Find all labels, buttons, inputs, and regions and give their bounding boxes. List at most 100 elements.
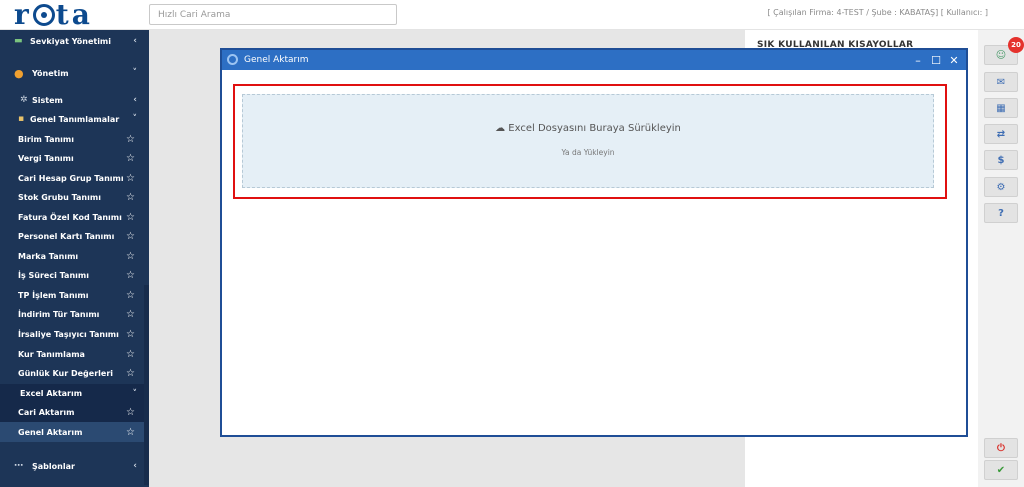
calendar-icon: ▦ [996,102,1006,114]
modal-header: Genel Aktarım – ☐ ✕ [222,50,966,70]
quick-account-search-input[interactable] [149,4,397,25]
sidebar-item-indirim-tur[interactable]: İndirim Tür Tanımı ☆ [0,305,149,324]
sidebar-item-label: Şablonlar [32,461,75,471]
maximize-icon[interactable]: ☐ [928,52,944,68]
star-icon[interactable]: ☆ [126,309,135,320]
app-logo-icon [227,54,238,65]
sidebar-item-label: Sevkiyat Yönetimi [30,36,112,46]
help-button[interactable]: ? [984,203,1018,223]
chevron-down-icon: ˅ [132,68,138,78]
star-icon[interactable]: ☆ [126,290,135,301]
sidebar-item-label: Excel Aktarım [20,389,83,398]
star-icon[interactable]: ☆ [126,251,135,262]
sidebar-item-personel-karti[interactable]: Personel Kartı Tanımı ☆ [0,227,149,246]
star-icon[interactable]: ☆ [126,407,135,418]
firm-info-text: [ Çalışılan Firma: 4-TEST / Şube : KABAT… [767,8,988,17]
dollar-icon: $ [997,154,1005,166]
excel-dropzone[interactable]: ☁ Excel Dosyasını Buraya Sürükleyin Ya d… [242,94,934,188]
star-icon[interactable]: ☆ [126,329,135,340]
sidebar-item-label: Genel Tanımlamalar [30,114,120,124]
dropzone-sub-text[interactable]: Ya da Yükleyin [243,148,933,157]
sidebar-item-vergi-tanimi[interactable]: Vergi Tanımı ☆ [0,149,149,168]
sidebar-item-birim-tanimi[interactable]: Birim Tanımı ☆ [0,130,149,149]
sidebar-item-kur-tanimlama[interactable]: Kur Tanımlama ☆ [0,345,149,364]
sidebar-item-label: Marka Tanımı [18,252,79,261]
sidebar-item-tp-islem[interactable]: TP İşlem Tanımı ☆ [0,286,149,305]
sidebar-item-label: İndirim Tür Tanımı [18,310,100,319]
sidebar-item-genel-aktarim[interactable]: Genel Aktarım ☆ [0,422,149,442]
power-button[interactable]: ⏻ [984,438,1018,458]
sidebar-item-label: İrsaliye Taşıyıcı Tanımı [18,330,119,339]
star-icon[interactable]: ☆ [126,173,135,184]
sidebar-item-label: Cari Aktarım [18,408,75,417]
user-icon: ☺ [995,49,1007,61]
sidebar-item-excel-aktarim[interactable]: Excel Aktarım ˅ [0,384,149,403]
sidebar-item-sistem[interactable]: ✲ Sistem ‹ [0,91,149,109]
star-icon[interactable]: ☆ [126,368,135,379]
dollar-button[interactable]: $ [984,150,1018,170]
sidebar-item-label: İş Süreci Tanımı [18,271,89,280]
sidebar-item-genel-tanimlamalar[interactable]: ▪ Genel Tanımlamalar ˅ [0,110,149,128]
sidebar-item-label: TP İşlem Tanımı [18,291,89,300]
notification-badge: 20 [1008,37,1024,53]
star-icon[interactable]: ☆ [126,427,135,438]
chevron-down-icon: ˅ [132,388,138,399]
logo-wheel-icon [32,4,55,26]
folder-icon: ▪ [18,114,25,124]
sidebar-item-gunluk-kur[interactable]: Günlük Kur Değerleri ☆ [0,364,149,383]
sidebar-item-label: Fatura Özel Kod Tanımı [18,213,122,222]
sidebar-item-stok-grubu[interactable]: Stok Grubu Tanımı ☆ [0,188,149,207]
minimize-icon[interactable]: – [910,52,926,68]
power-icon: ⏻ [997,442,1005,454]
sidebar-item-irsaliye-tasiyici[interactable]: İrsaliye Taşıyıcı Tanımı ☆ [0,325,149,344]
template-icon: ⋯ [14,461,23,471]
mail-button[interactable]: ✉ [984,72,1018,92]
settings-button[interactable]: ⚙ [984,177,1018,197]
sidebar-item-cari-hesap-grup[interactable]: Cari Hesap Grup Tanımı ☆ [0,169,149,188]
sidebar-item-label: Sistem [32,95,63,105]
exchange-button[interactable]: ⇄ [984,124,1018,144]
chevron-left-icon: ‹ [133,36,137,46]
calendar-button[interactable]: ▦ [984,98,1018,118]
sidebar-item-cari-aktarim[interactable]: Cari Aktarım ☆ [0,403,149,422]
sidebar-item-sablonlar[interactable]: ⋯ Şablonlar ‹ [0,454,149,478]
star-icon[interactable]: ☆ [126,349,135,360]
mail-icon: ✉ [996,76,1006,88]
check-icon: ✔ [996,464,1006,476]
sidebar-item-label: Stok Grubu Tanımı [18,193,101,202]
exchange-icon: ⇄ [996,128,1006,140]
star-icon[interactable]: ☆ [126,270,135,281]
sidebar-item-is-sureci[interactable]: İş Süreci Tanımı ☆ [0,266,149,285]
star-icon[interactable]: ☆ [126,134,135,145]
sidebar-item-label: Birim Tanımı [18,135,74,144]
sidebar-item-label: Kur Tanımlama [18,350,85,359]
chevron-down-icon: ˅ [132,114,138,124]
sidebar-item-label: Genel Aktarım [18,427,83,437]
star-icon[interactable]: ☆ [126,192,135,203]
sidebar-item-marka-tanimi[interactable]: Marka Tanımı ☆ [0,247,149,266]
chevron-left-icon: ‹ [133,461,137,471]
close-icon[interactable]: ✕ [946,52,962,68]
star-icon[interactable]: ☆ [126,153,135,164]
user-gear-icon: ● [14,66,24,80]
sidebar-item-label: Personel Kartı Tanımı [18,232,115,241]
chevron-left-icon: ‹ [133,95,137,105]
sidebar-item-fatura-ozel-kod[interactable]: Fatura Özel Kod Tanımı ☆ [0,208,149,227]
help-icon: ? [998,207,1004,219]
sidebar-item-label: Yönetim [32,68,69,78]
settings-icon: ⚙ [996,181,1006,193]
sidebar: ▬ Sevkiyat Yönetimi ‹ ● Yönetim ˅ ✲ Sist… [0,30,149,487]
rota-logo[interactable]: r ta [14,0,93,30]
sidebar-item-sevkiyat[interactable]: ▬ Sevkiyat Yönetimi ‹ [0,30,149,52]
star-icon[interactable]: ☆ [126,212,135,223]
dropzone-title: ☁ Excel Dosyasını Buraya Sürükleyin [243,123,933,134]
sidebar-item-label: Günlük Kur Değerleri [18,369,114,378]
top-bar: rta [ Çalışılan Firma: 4-TEST / Şube : K… [0,0,1024,30]
sidebar-item-yonetim[interactable]: ● Yönetim ˅ [0,60,149,86]
genel-aktarim-modal: Genel Aktarım – ☐ ✕ ☁ Excel Dosyasını Bu… [220,48,968,437]
star-icon[interactable]: ☆ [126,231,135,242]
sidebar-item-label: Cari Hesap Grup Tanımı [18,174,124,183]
gear-icon: ✲ [20,95,28,105]
right-toolbar: ☺ ✉ ▦ ⇄ $ ⚙ ? ⏻ ✔ [978,30,1024,487]
check-button[interactable]: ✔ [984,460,1018,480]
